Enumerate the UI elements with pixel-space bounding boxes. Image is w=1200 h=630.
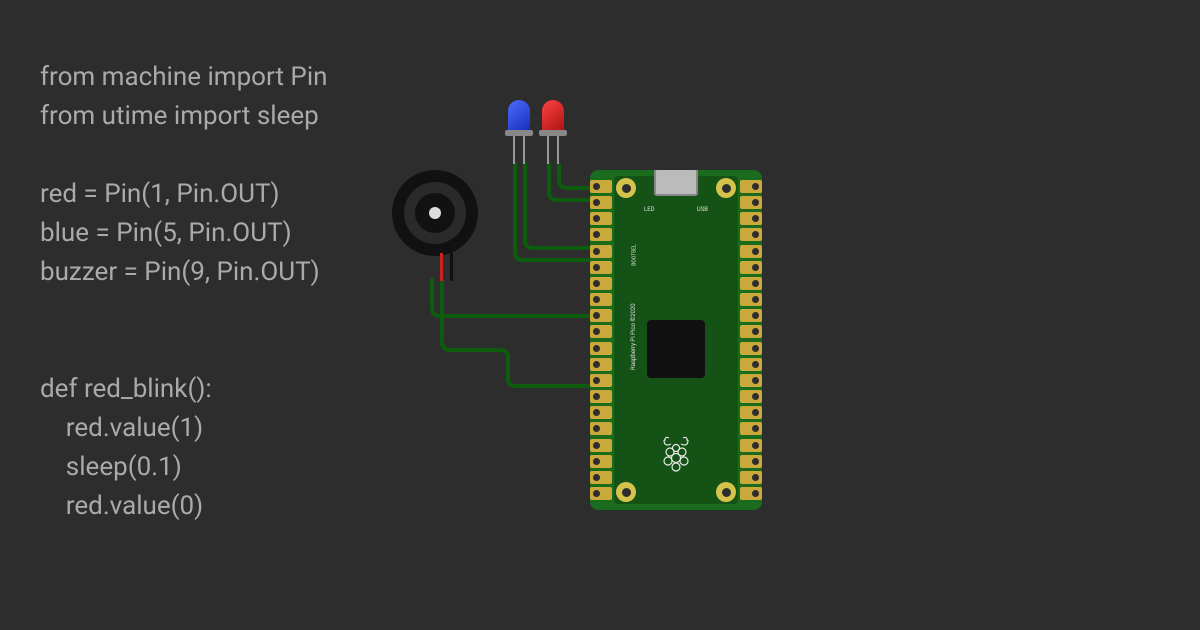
gpio-pin <box>740 261 762 274</box>
gpio-pin <box>740 406 762 419</box>
gpio-pin <box>590 358 612 371</box>
rp2040-chip <box>647 320 705 378</box>
gpio-pin <box>590 374 612 387</box>
buzzer-body <box>392 170 478 256</box>
mount-hole <box>716 178 736 198</box>
gpio-pin <box>740 309 762 322</box>
gpio-pin <box>740 293 762 306</box>
code-editor: from machine import Pinfrom utime import… <box>40 58 328 526</box>
gpio-pin <box>590 293 612 306</box>
gpio-pin <box>740 277 762 290</box>
buzzer-component <box>392 170 478 256</box>
gpio-pin <box>740 390 762 403</box>
gpio-pin <box>740 422 762 435</box>
gpio-pin <box>740 374 762 387</box>
gpio-pin <box>590 342 612 355</box>
mount-hole <box>716 482 736 502</box>
code-line: sleep(0.1) <box>40 448 328 487</box>
gpio-pin <box>740 455 762 468</box>
mount-hole <box>616 482 636 502</box>
gpio-pin <box>740 439 762 452</box>
gpio-pin <box>740 487 762 500</box>
gpio-pin <box>590 309 612 322</box>
gpio-pin <box>590 212 612 225</box>
gpio-pin <box>590 406 612 419</box>
gpio-pin <box>590 422 612 435</box>
code-line: red = Pin(1, Pin.OUT) <box>40 175 328 214</box>
gpio-pin <box>590 196 612 209</box>
mount-hole <box>616 178 636 198</box>
code-line: from machine import Pin <box>40 58 328 97</box>
code-line: buzzer = Pin(9, Pin.OUT) <box>40 253 328 292</box>
usb-connector <box>654 170 698 196</box>
gpio-pin <box>740 358 762 371</box>
gpio-pin <box>740 180 762 193</box>
gpio-pin <box>590 180 612 193</box>
gpio-pin <box>590 390 612 403</box>
raspberry-pi-logo-icon <box>659 434 693 474</box>
buzzer-lead-negative <box>450 253 453 281</box>
code-line: red.value(1) <box>40 409 328 448</box>
gpio-pin <box>590 439 612 452</box>
code-line: def red_blink(): <box>40 370 328 409</box>
code-line: from utime import sleep <box>40 97 328 136</box>
buzzer-lead-positive <box>440 253 443 281</box>
code-line: blue = Pin(5, Pin.OUT) <box>40 214 328 253</box>
pin-header-left <box>590 180 612 500</box>
gpio-pin <box>590 245 612 258</box>
pin-header-right <box>740 180 762 500</box>
gpio-pin <box>590 228 612 241</box>
board-label-usb: USB <box>697 206 708 213</box>
circuit-diagram: LED USB BOOTSEL Raspberry Pi Pico ©2020 <box>380 120 900 560</box>
gpio-pin <box>740 212 762 225</box>
board-copyright: Raspberry Pi Pico ©2020 <box>630 303 637 370</box>
board-label-bootsel: BOOTSEL <box>632 244 638 265</box>
gpio-pin <box>590 261 612 274</box>
gpio-pin <box>740 196 762 209</box>
gpio-pin <box>740 342 762 355</box>
led-red <box>542 100 567 136</box>
led-blue <box>508 100 533 136</box>
pico-board: LED USB BOOTSEL Raspberry Pi Pico ©2020 <box>590 170 762 510</box>
gpio-pin <box>590 277 612 290</box>
code-line: red.value(0) <box>40 487 328 526</box>
board-label-led: LED <box>644 206 655 213</box>
gpio-pin <box>590 325 612 338</box>
gpio-pin <box>740 325 762 338</box>
gpio-pin <box>590 471 612 484</box>
gpio-pin <box>590 455 612 468</box>
gpio-pin <box>740 245 762 258</box>
gpio-pin <box>590 487 612 500</box>
gpio-pin <box>740 228 762 241</box>
gpio-pin <box>740 471 762 484</box>
